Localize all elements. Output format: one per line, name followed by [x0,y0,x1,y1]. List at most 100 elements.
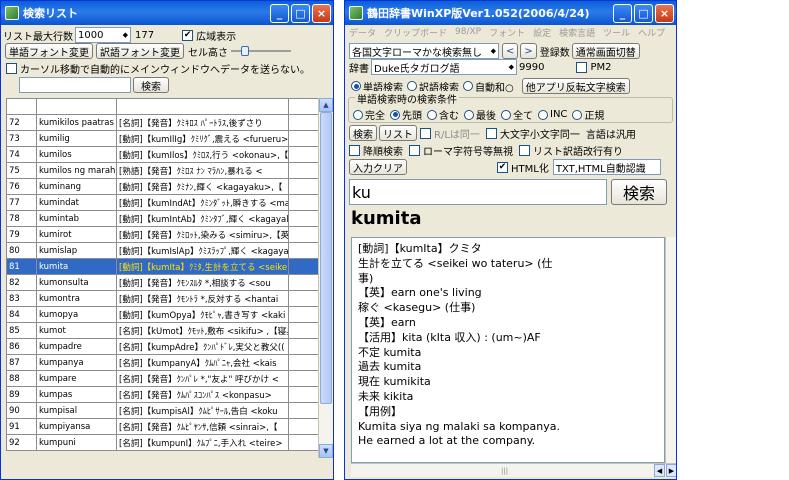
search-button[interactable]: 検索 [349,125,377,141]
row-number[interactable]: 82 [6,274,37,291]
html-mode-select[interactable]: TXT,HTML自動認識 [552,159,661,175]
row-number[interactable]: 75 [6,162,37,179]
scroll-left-arrow[interactable]: ◀ [654,464,665,477]
row-number[interactable]: 87 [6,354,37,371]
row-extra[interactable] [288,290,319,307]
cell-height-slider[interactable] [231,46,291,56]
row-definition[interactable]: [動詞]【kumIntAb】ｸﾐﾝﾀﾌﾞ,輝く <kagayal [116,210,289,227]
row-definition[interactable]: [動詞]【kumIlIg】ｸﾐﾘｸﾞ,震える <furueru>,【 [116,130,289,147]
row-number[interactable]: 90 [6,402,37,419]
row-extra[interactable] [288,402,319,419]
row-number[interactable]: 86 [6,338,37,355]
match-mode-radio[interactable] [390,109,400,120]
row-word[interactable]: kumilos [36,146,117,163]
row-definition[interactable]: [名詞]【kumpunI】ｸﾑﾌﾟﾆ,手入れ <teire> [116,434,289,451]
dict-select[interactable]: Duke氏タガログ語 ◆ [371,59,517,75]
table-row[interactable]: 84 kumopya [動詞]【kumOpya】ｸﾓﾋﾟｬ,書き写す <kaki [6,306,319,323]
input-clear-button[interactable]: 入力クリア [349,159,407,175]
table-row[interactable]: 90 kumpisal [名詞]【kumpisAl】ｸﾑﾋﾟｻｰﾙ,告白 <koku [6,402,319,419]
row-word[interactable]: kumpisal [36,402,117,419]
cursor-move-checkbox[interactable] [6,63,17,74]
row-extra[interactable] [288,386,319,403]
word-font-button[interactable]: 単語フォント変更 [5,43,93,59]
row-definition[interactable]: [動詞]【発音】ｸﾐﾅﾝ,輝く <kagayaku>,【 [116,178,289,195]
row-extra[interactable] [288,306,319,323]
menu-item[interactable]: 検索言語 [559,26,595,39]
table-row[interactable]: 75 kumilos ng marah [熟語]【発音】ｸﾐﾛｽ ﾅﾝ ﾏﾗﾊﾝ,暴… [6,162,319,179]
row-word[interactable]: kumopya [36,306,117,323]
row-definition[interactable]: [名詞]【kUmot】ｸﾓｯﾄ,敷布 <sikifu> ,【寝具 [116,322,289,339]
row-extra[interactable] [288,114,319,131]
table-row[interactable]: 77 kumindat [動詞]【kumIndAt】ｸﾐﾝﾀﾞｯﾄ,瞬きする <ma… [6,194,319,211]
table-row[interactable]: 85 kumot [名詞]【kUmot】ｸﾓｯﾄ,敷布 <sikifu> ,【寝具 [6,322,319,339]
close-button[interactable]: × [312,3,331,23]
row-definition[interactable]: [名詞]【発音】ｸﾝﾊﾟﾚ *,"友よ" 呼びかけ < [116,370,289,387]
def-vertical-scrollbar[interactable] [665,237,676,463]
row-word[interactable]: kumpas [36,386,117,403]
table-row[interactable]: 88 kumpare [名詞]【発音】ｸﾝﾊﾟﾚ *,"友よ" 呼びかけ < [6,370,319,387]
row-word[interactable]: kumilig [36,130,117,147]
maximize-button[interactable]: □ [634,3,653,23]
pm2-checkbox[interactable] [576,61,588,73]
row-extra[interactable] [288,210,319,227]
match-mode-radio[interactable] [501,109,511,120]
row-definition[interactable]: [名詞]【発音】ｸﾑﾊﾟｽｺﾝﾊﾟｽ <konpasu> [116,386,289,403]
table-row[interactable]: 72 kumikilos paatras [名詞]【発音】ｸﾐｷﾛｽ ﾊﾟｰﾄﾗｽ,… [6,114,319,131]
r-l-same-checkbox[interactable] [420,127,431,139]
row-number[interactable]: 91 [6,418,37,435]
minimize-button[interactable]: _ [613,3,632,23]
row-number[interactable]: 88 [6,370,37,387]
row-definition[interactable]: [熟語]【発音】ｸﾐﾛｽ ﾅﾝ ﾏﾗﾊﾝ,暴れる < [116,162,289,179]
row-word[interactable]: kumpanya [36,354,117,371]
other-app-search-button[interactable]: 他アプリ反転文字検索 [521,78,630,94]
row-definition[interactable]: [名詞]【kumpanyA】ｸﾑﾊﾟﾆｬ,会社 <kais [116,354,289,371]
row-word[interactable]: kumilos ng marah [36,162,117,179]
table-row[interactable]: 89 kumpas [名詞]【発音】ｸﾑﾊﾟｽｺﾝﾊﾟｽ <konpasu> [6,386,319,403]
roman-ignore-checkbox[interactable] [409,145,420,156]
def-horizontal-scrollbar[interactable]: ◀ ▶ ||| [351,463,676,477]
row-number[interactable]: 81 [6,258,37,275]
list-button[interactable]: リスト [379,125,417,141]
row-number[interactable]: 77 [6,194,37,211]
menu-item[interactable]: ツール [603,26,630,39]
row-extra[interactable] [288,146,319,163]
table-row[interactable]: 81 kumita [動詞]【kumIta】ｸﾐﾀ,生計を立てる <seike [6,258,319,275]
table-row[interactable]: 92 kumpuni [名詞]【kumpunI】ｸﾑﾌﾟﾆ,手入れ <teire> [6,434,319,451]
row-extra[interactable] [288,274,319,291]
prev-button[interactable]: < [502,43,519,59]
menu-item[interactable]: ヘルプ [638,26,665,39]
table-row[interactable]: 76 kuminang [動詞]【発音】ｸﾐﾅﾝ,輝く <kagayaku>,【 [6,178,319,195]
next-button[interactable]: > [520,43,537,59]
row-number[interactable]: 76 [6,178,37,195]
title-bar[interactable]: 検索リスト _ □ × [1,1,333,25]
main-search-button[interactable]: 検索 [611,179,667,205]
search-mode-select[interactable]: 各国文字ローマかな検索無し ◆ [349,43,499,59]
table-row[interactable]: 86 kumpadre [名詞]【kumpAdre】ｸﾝﾊﾟﾄﾞﾚ,実父と教父(( [6,338,319,355]
row-number[interactable]: 79 [6,226,37,243]
table-row[interactable]: 79 kumirot [動詞]【発音】ｸﾐﾛｯﾄ,染みる <simiru>,【英 [6,226,319,243]
row-number[interactable]: 85 [6,322,37,339]
row-extra[interactable] [288,418,319,435]
row-definition[interactable]: [名詞]【発音】ｸﾐｷﾛｽ ﾊﾟｰﾄﾗｽ,後ずさり [116,114,289,131]
match-mode-radio[interactable] [538,109,548,120]
match-mode-radio[interactable] [572,109,583,120]
row-number[interactable]: 74 [6,146,37,163]
list-vertical-scrollbar[interactable]: ▲ ▼ [318,98,333,458]
row-extra[interactable] [288,322,319,339]
row-number[interactable]: 78 [6,210,37,227]
list-newline-checkbox[interactable] [519,145,530,156]
scroll-right-arrow[interactable]: ▶ [666,464,676,477]
row-number[interactable]: 80 [6,242,37,259]
row-definition[interactable]: [名詞]【発音】ｸﾑﾋﾟﾔﾝｻ,信頼 <sinrai>,【 [116,418,289,435]
case-same-checkbox[interactable] [485,127,497,139]
row-extra[interactable] [288,226,319,243]
normal-screen-button[interactable]: 通常画面切替 [571,43,640,59]
maximize-button[interactable]: □ [291,3,310,23]
row-number[interactable]: 73 [6,130,37,147]
row-definition[interactable]: [動詞]【発音】ｸﾐﾛｯﾄ,染みる <simiru>,【英 [116,226,289,243]
row-word[interactable]: kumonsulta [36,274,117,291]
table-row[interactable]: 73 kumilig [動詞]【kumIlIg】ｸﾐﾘｸﾞ,震える <furueru… [6,130,319,147]
row-word[interactable]: kumita [36,258,117,275]
close-button[interactable]: × [655,3,674,23]
row-number[interactable]: 89 [6,386,37,403]
